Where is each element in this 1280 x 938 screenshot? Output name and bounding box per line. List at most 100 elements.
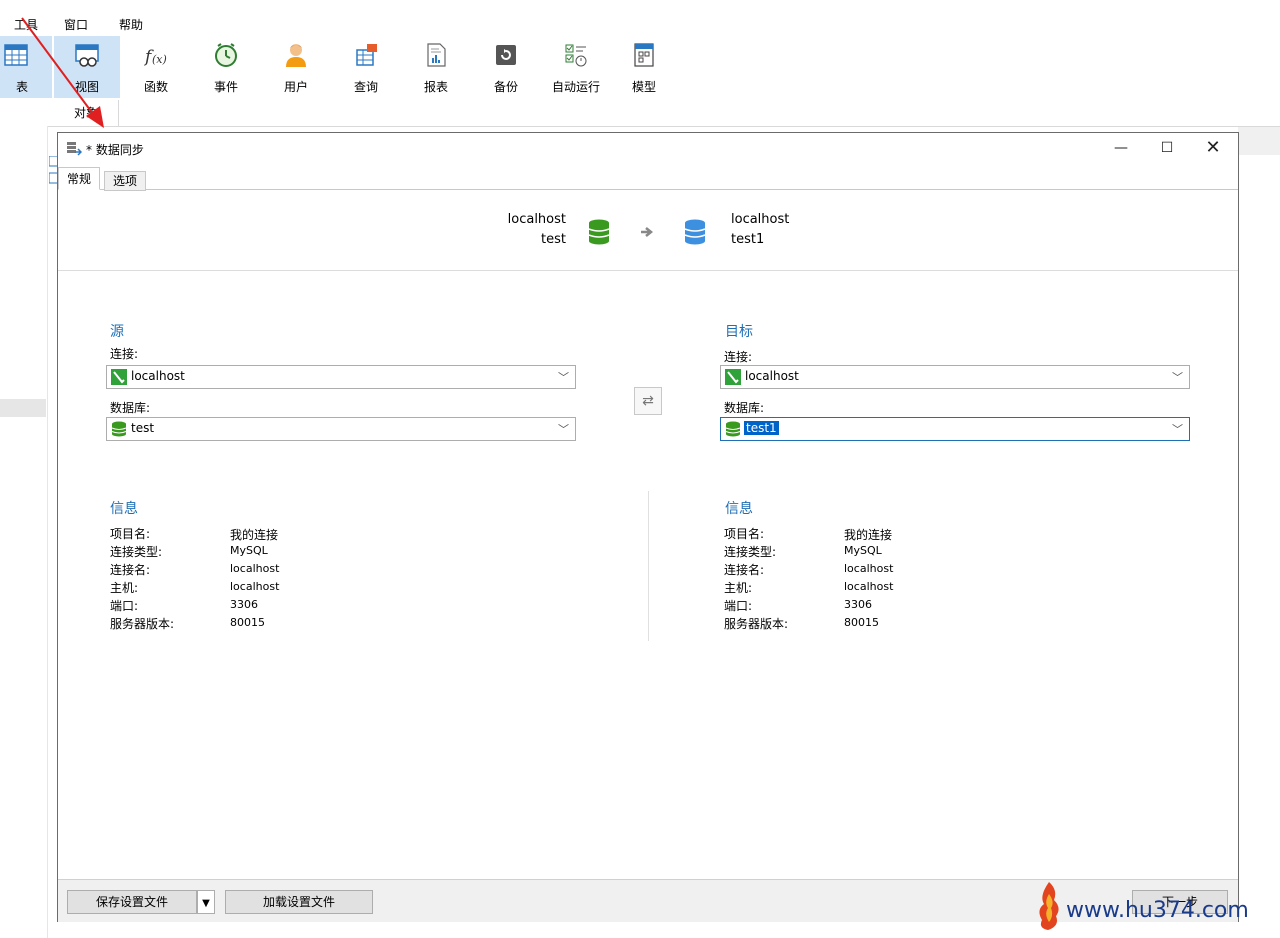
target-database-label: 数据库: xyxy=(724,401,765,415)
target-connection-select[interactable]: localhost ﹀ xyxy=(720,365,1190,389)
info-value: localhost xyxy=(230,580,280,593)
toolbar-user-button[interactable]: 用户 xyxy=(266,36,326,98)
chevron-down-icon: ﹀ xyxy=(558,423,569,436)
data-sync-icon xyxy=(67,142,82,156)
target-database-value: test1 xyxy=(744,421,779,435)
info-key: 连接名: xyxy=(110,563,151,577)
info-key: 项目名: xyxy=(110,527,151,541)
query-icon xyxy=(356,44,377,66)
target-info-heading: 信息 xyxy=(725,501,753,517)
database-icon xyxy=(725,421,741,437)
load-profile-button[interactable]: 加载设置文件 xyxy=(225,890,373,914)
event-clock-icon xyxy=(215,43,237,67)
database-icon xyxy=(111,421,127,437)
source-heading: 源 xyxy=(110,324,124,340)
toolbar-backup-button[interactable]: 备份 xyxy=(476,36,536,98)
info-key: 端口: xyxy=(110,599,139,613)
watermark-flame-logo-icon xyxy=(1039,882,1059,930)
toolbar-report-label: 报表 xyxy=(423,80,448,94)
info-key: 连接类型: xyxy=(724,545,777,559)
info-key: 项目名: xyxy=(724,527,765,541)
toolbar-query-label: 查询 xyxy=(353,80,378,94)
info-value: localhost xyxy=(844,580,894,593)
main-toolbar: 表 视图 f (x) 函数 事件 用户 查询 报表 备份 自动运行 模型 xyxy=(0,36,1280,101)
source-connection-label: 连接: xyxy=(110,347,139,361)
toolbar-autorun-button[interactable]: 自动运行 xyxy=(546,36,606,98)
info-value: 我的连接 xyxy=(230,528,279,542)
sync-summary: localhost test localhost test1 xyxy=(58,190,1238,271)
info-key: 服务器版本: xyxy=(724,617,789,631)
view-icon xyxy=(75,44,99,67)
dialog-tabs: 常规 选项 xyxy=(58,165,1238,191)
save-profile-dropdown[interactable]: ▼ xyxy=(197,890,215,914)
toolbar-query-button[interactable]: 查询 xyxy=(336,36,396,98)
toolbar-backup-label: 备份 xyxy=(493,80,518,94)
info-value: MySQL xyxy=(844,544,882,557)
info-value: localhost xyxy=(230,562,280,575)
top-strip xyxy=(0,0,1280,10)
menu-help[interactable]: 帮助 xyxy=(119,16,143,33)
toolbar-report-button[interactable]: 报表 xyxy=(406,36,466,98)
svg-text:(x): (x) xyxy=(152,53,167,66)
summary-target-db: test1 xyxy=(731,232,765,247)
info-key: 主机: xyxy=(110,581,139,595)
tab-general[interactable]: 常规 xyxy=(58,167,101,190)
tab-objects[interactable]: 对象 xyxy=(54,100,119,126)
dropdown-triangle-icon: ▼ xyxy=(202,898,210,909)
minimize-icon: — xyxy=(1114,140,1128,156)
maximize-icon: ☐ xyxy=(1160,140,1174,156)
info-value: 80015 xyxy=(230,616,265,629)
close-button[interactable]: ✕ xyxy=(1190,133,1236,163)
menu-tools[interactable]: 工具 xyxy=(14,16,38,33)
swap-source-target-button[interactable]: ⇄ xyxy=(634,387,662,415)
source-database-icon xyxy=(588,219,610,245)
info-value: 我的连接 xyxy=(844,528,893,542)
tab-options[interactable]: 选项 xyxy=(104,171,147,191)
info-key: 连接名: xyxy=(724,563,765,577)
menu-bar: 工具 窗口 帮助 xyxy=(0,10,1280,36)
info-key: 服务器版本: xyxy=(110,617,175,631)
close-icon: ✕ xyxy=(1205,137,1221,158)
function-icon: f (x) xyxy=(143,47,167,67)
source-database-label: 数据库: xyxy=(110,401,151,415)
watermark-text: www.hu374.com xyxy=(1066,898,1249,923)
object-tab-row xyxy=(0,100,1280,127)
menu-window[interactable]: 窗口 xyxy=(64,16,88,33)
info-value: localhost xyxy=(844,562,894,575)
report-icon xyxy=(427,43,446,67)
source-connection-select[interactable]: localhost ﹀ xyxy=(106,365,576,389)
maximize-button[interactable]: ☐ xyxy=(1144,133,1190,163)
data-sync-dialog: * 数据同步 — ☐ ✕ 常规 选项 localhost test localh… xyxy=(57,132,1239,922)
chevron-down-icon: ﹀ xyxy=(558,371,569,384)
info-value: 3306 xyxy=(230,598,258,611)
toolbar-function-label: 函数 xyxy=(143,80,168,94)
target-connection-label: 连接: xyxy=(724,350,753,364)
info-key: 主机: xyxy=(724,581,753,595)
toolbar-autorun-label: 自动运行 xyxy=(551,80,600,94)
autorun-icon xyxy=(565,44,587,67)
target-heading: 目标 xyxy=(725,324,753,340)
toolbar-function-button[interactable]: f (x) 函数 xyxy=(126,36,186,98)
info-key: 连接类型: xyxy=(110,545,163,559)
summary-source-db: test xyxy=(541,232,566,247)
source-database-value: test xyxy=(131,421,155,435)
target-connection-value: localhost xyxy=(745,369,799,383)
backup-icon xyxy=(496,45,516,65)
navigation-selected-row[interactable] xyxy=(0,399,46,417)
toolbar-table-button[interactable]: 表 xyxy=(0,36,52,98)
source-database-select[interactable]: test ﹀ xyxy=(106,417,576,441)
minimize-button[interactable]: — xyxy=(1098,133,1144,163)
swap-icon: ⇄ xyxy=(642,393,654,409)
info-key: 端口: xyxy=(724,599,753,613)
toolbar-view-button[interactable]: 视图 xyxy=(54,36,120,98)
info-divider xyxy=(648,491,649,641)
mysql-connection-icon xyxy=(725,369,741,385)
summary-source-host: localhost xyxy=(507,212,566,227)
toolbar-model-button[interactable]: 模型 xyxy=(614,36,674,98)
arrow-right-icon xyxy=(641,227,654,237)
save-profile-button[interactable]: 保存设置文件 xyxy=(67,890,197,914)
source-connection-value: localhost xyxy=(131,369,185,383)
info-value: MySQL xyxy=(230,544,268,557)
toolbar-event-button[interactable]: 事件 xyxy=(196,36,256,98)
target-database-select[interactable]: test1 ﹀ xyxy=(720,417,1190,441)
